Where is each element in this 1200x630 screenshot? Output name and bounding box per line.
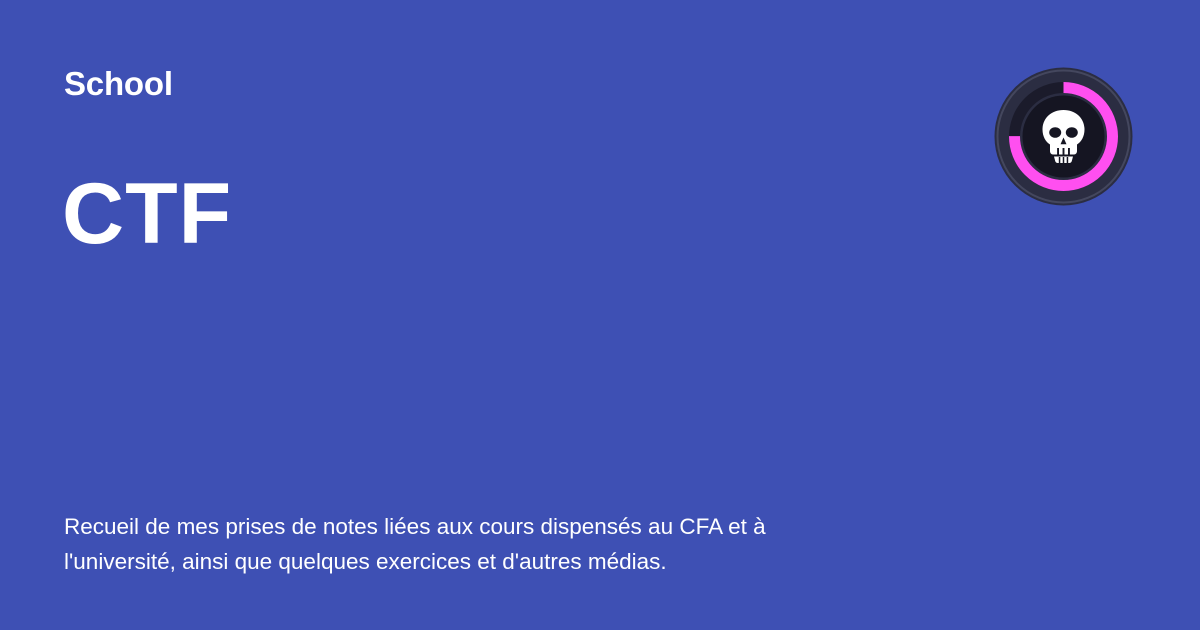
page-title: CTF [62,166,233,262]
page-description: Recueil de mes prises de notes liées aux… [64,514,766,574]
site-logo [994,67,1133,206]
logo-graphic [994,67,1133,206]
site-name: School [64,65,173,102]
social-card: School CTF Recueil de mes prises de note… [0,0,1200,630]
